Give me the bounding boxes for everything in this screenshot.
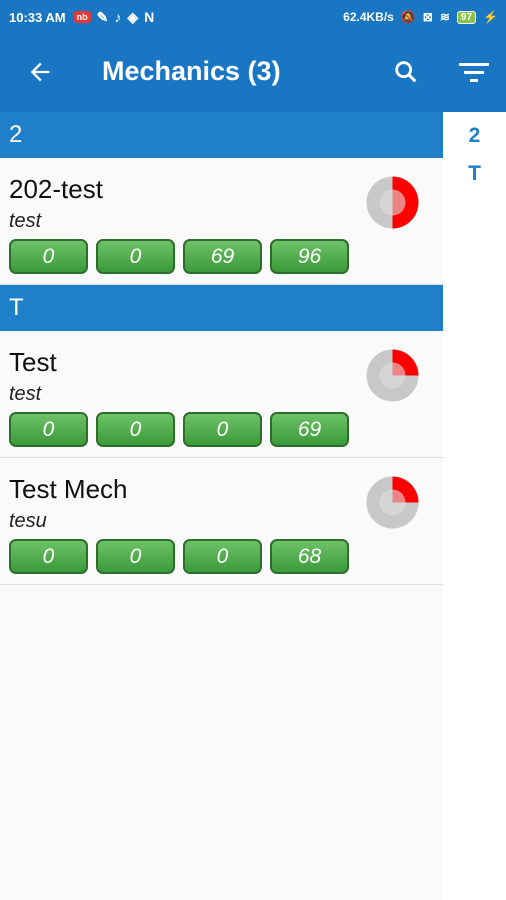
item-name: 202-test bbox=[9, 174, 103, 204]
count-badge: 69 bbox=[183, 239, 262, 274]
app-bar: Mechanics (3) bbox=[0, 34, 506, 112]
count-badge: 96 bbox=[270, 239, 349, 274]
item-subtitle: test bbox=[9, 210, 42, 232]
back-button[interactable] bbox=[22, 54, 58, 90]
count-badge: 0 bbox=[183, 412, 262, 447]
notification-icons: nb ✎ ♪ ◈ N bbox=[73, 8, 155, 26]
item-name: Test Mech bbox=[9, 474, 128, 504]
progress-pie-icon bbox=[366, 176, 419, 229]
filter-button[interactable] bbox=[456, 54, 492, 90]
count-badges: 0 0 0 69 bbox=[9, 412, 349, 447]
n-notification-icon: N bbox=[144, 9, 155, 25]
count-badge: 0 bbox=[96, 539, 175, 574]
item-name: Test bbox=[9, 347, 57, 377]
list-item-test-mech[interactable]: Test Mech tesu 0 0 0 68 bbox=[0, 458, 443, 585]
progress-pie-icon bbox=[366, 349, 419, 402]
item-subtitle: tesu bbox=[9, 510, 47, 532]
count-badges: 0 0 69 96 bbox=[9, 239, 349, 274]
network-speed: 62.4KB/s bbox=[343, 10, 394, 24]
mechanics-list[interactable]: 2 202-test test 0 0 69 96 T Test test 0 … bbox=[0, 112, 443, 900]
section-header-t: T bbox=[0, 285, 443, 331]
wifi-icon: ≋ bbox=[439, 10, 450, 24]
count-badge: 0 bbox=[9, 412, 88, 447]
status-time: 10:33 AM bbox=[9, 9, 66, 25]
sim-icon: ⊠ bbox=[422, 10, 433, 24]
count-badge: 68 bbox=[270, 539, 349, 574]
status-right: 62.4KB/s 🔕 ⊠ ≋ 97 ⚡ bbox=[343, 0, 498, 34]
list-item-test[interactable]: Test test 0 0 0 69 bbox=[0, 331, 443, 458]
count-badge: 69 bbox=[270, 412, 349, 447]
app-notification-icon: ◈ bbox=[127, 8, 139, 25]
progress-pie-icon bbox=[366, 476, 419, 529]
page-title: Mechanics (3) bbox=[102, 56, 281, 86]
nb-notification-icon: nb bbox=[73, 11, 91, 23]
tool-notification-icon: ✎ bbox=[96, 8, 109, 25]
index-letter-2[interactable]: 2 bbox=[443, 124, 506, 148]
count-badge: 0 bbox=[96, 239, 175, 274]
music-notification-icon: ♪ bbox=[114, 9, 122, 25]
section-header-2: 2 bbox=[0, 112, 443, 158]
charging-icon: ⚡ bbox=[483, 10, 498, 24]
count-badge: 0 bbox=[9, 539, 88, 574]
mute-icon: 🔕 bbox=[400, 10, 416, 24]
count-badge: 0 bbox=[9, 239, 88, 274]
list-item-202-test[interactable]: 202-test test 0 0 69 96 bbox=[0, 158, 443, 285]
count-badge: 0 bbox=[96, 412, 175, 447]
count-badges: 0 0 0 68 bbox=[9, 539, 349, 574]
battery-icon: 97 bbox=[456, 10, 477, 24]
search-button[interactable] bbox=[388, 54, 424, 90]
filter-list-icon bbox=[459, 63, 489, 82]
section-index: 2 T bbox=[443, 112, 506, 900]
count-badge: 0 bbox=[183, 539, 262, 574]
arrow-back-icon bbox=[30, 62, 50, 82]
index-letter-t[interactable]: T bbox=[443, 162, 506, 186]
search-icon bbox=[395, 61, 417, 83]
item-subtitle: test bbox=[9, 383, 42, 405]
status-bar: 10:33 AM nb ✎ ♪ ◈ N 62.4KB/s 🔕 ⊠ ≋ 97 ⚡ bbox=[0, 0, 506, 34]
